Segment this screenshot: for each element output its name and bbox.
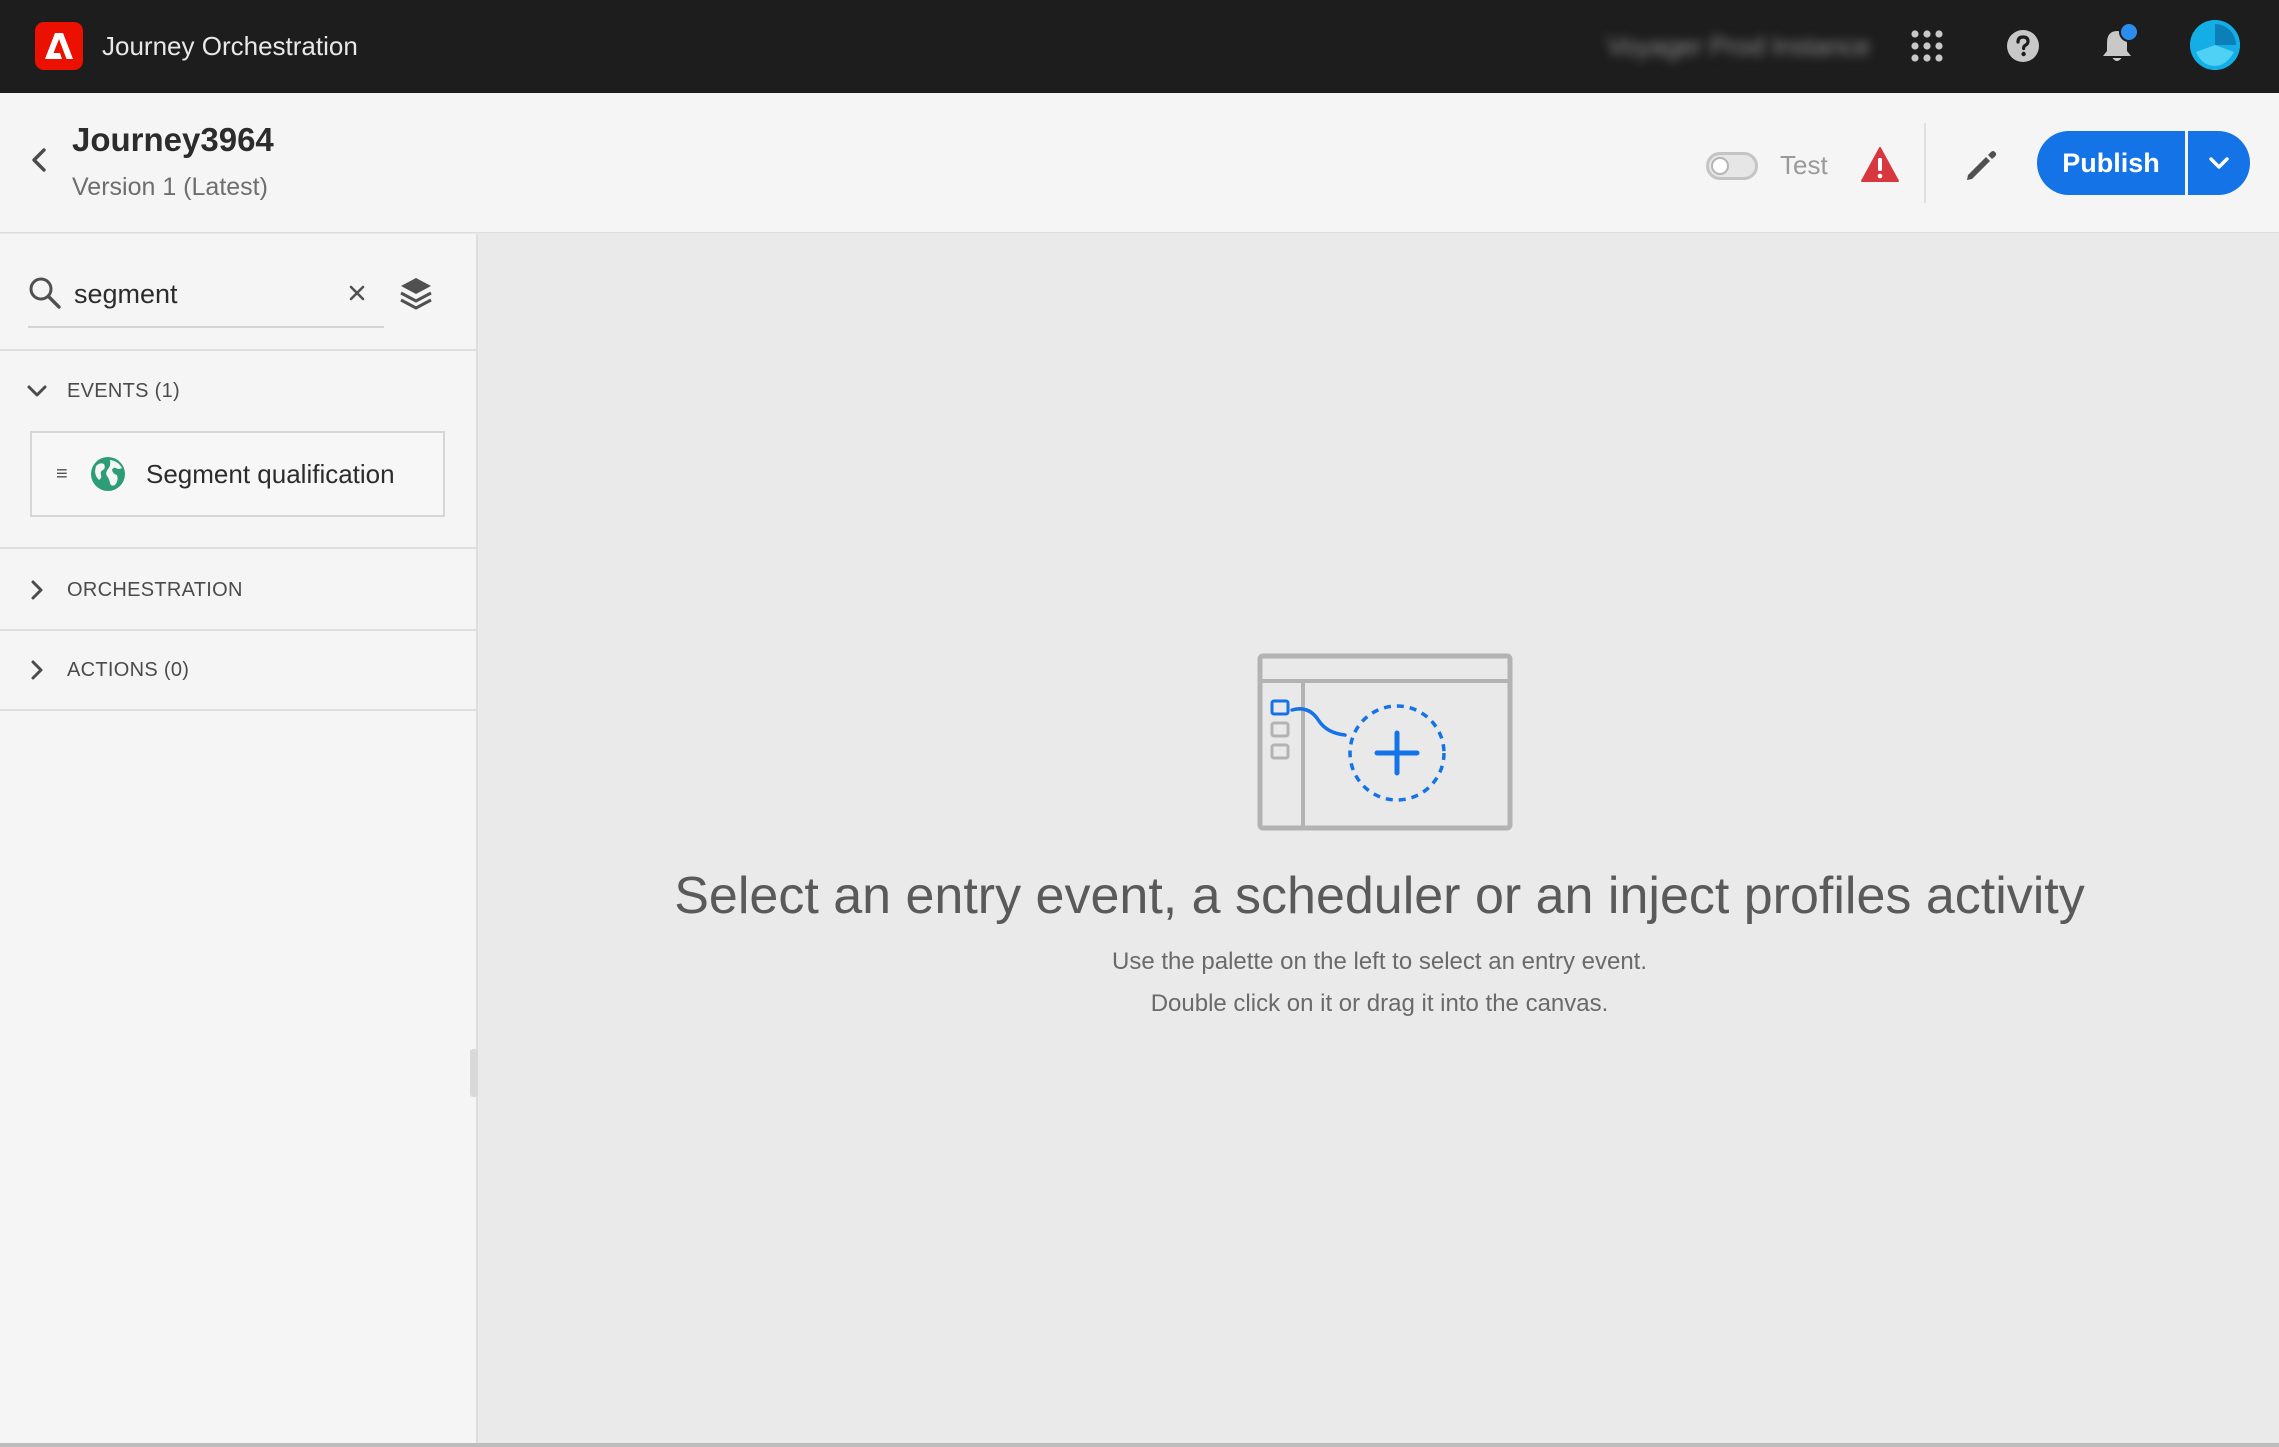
globe-icon [91,457,125,491]
org-switcher[interactable]: Voyager Prod Instance [1607,30,1870,62]
journey-canvas[interactable]: Select an entry event, a scheduler or an… [480,234,2279,1447]
section-divider [0,629,476,631]
publish-button[interactable]: Publish [2037,131,2185,195]
publish-options-button[interactable] [2188,131,2250,195]
section-divider [0,349,476,351]
activity-palette: EVENTS (1) ≡ Segment qualification ORCHE… [0,234,478,1447]
search-icon [29,277,61,309]
empty-canvas-title: Select an entry event, a scheduler or an… [674,867,2085,925]
edit-pencil-icon[interactable] [1960,145,2000,185]
close-icon [349,285,365,301]
actions-section-header[interactable]: ACTIONS (0) [0,648,476,692]
back-button[interactable] [22,143,56,177]
event-item-segment-qualification[interactable]: ≡ Segment qualification [30,431,445,517]
search-input[interactable] [74,274,344,314]
events-section-header[interactable]: EVENTS (1) [0,369,476,413]
test-mode-toggle[interactable] [1706,152,1758,180]
apps-grid-icon[interactable] [1903,22,1951,70]
palette-search [28,268,384,328]
chevron-down-icon [22,376,52,406]
empty-canvas-hint-2: Double click on it or drag it into the c… [1150,990,1609,1017]
section-divider [0,547,476,549]
adobe-logo[interactable] [35,22,83,70]
help-icon[interactable] [1999,22,2047,70]
event-item-label: Segment qualification [146,458,395,489]
layers-icon[interactable] [396,274,436,314]
palette-resize-handle[interactable] [470,1049,478,1097]
chevron-left-icon [32,148,46,172]
actions-section-label: ACTIONS (0) [67,658,190,681]
toggle-knob [1711,157,1729,175]
notification-dot [2119,22,2139,42]
chevron-down-icon [2209,157,2229,169]
empty-canvas-hint-1: Use the palette on the left to select an… [1112,948,1647,975]
alert-icon[interactable] [1860,145,1900,185]
chevron-right-icon [22,575,52,605]
bell-icon[interactable] [2093,22,2141,70]
events-section-label: EVENTS (1) [67,379,181,402]
clear-search-button[interactable] [340,276,374,310]
journey-version: Version 1 (Latest) [72,173,268,201]
orchestration-section-label: ORCHESTRATION [67,578,243,601]
test-mode-label: Test [1780,150,1828,180]
header-divider [1924,123,1926,203]
app-top-bar: Journey Orchestration Voyager Prod Insta… [0,0,2279,93]
journey-title[interactable]: Journey3964 [72,121,274,159]
avatar[interactable] [2190,20,2240,70]
section-divider [0,709,476,711]
app-title[interactable]: Journey Orchestration [102,30,358,62]
chevron-right-icon [22,655,52,685]
empty-canvas-illustration [1257,653,1513,831]
journey-header: Journey3964 Version 1 (Latest) Test Publ… [0,93,2279,233]
drag-handle-icon[interactable]: ≡ [56,464,70,484]
window-bottom-edge [0,1443,2279,1447]
orchestration-section-header[interactable]: ORCHESTRATION [0,568,476,612]
